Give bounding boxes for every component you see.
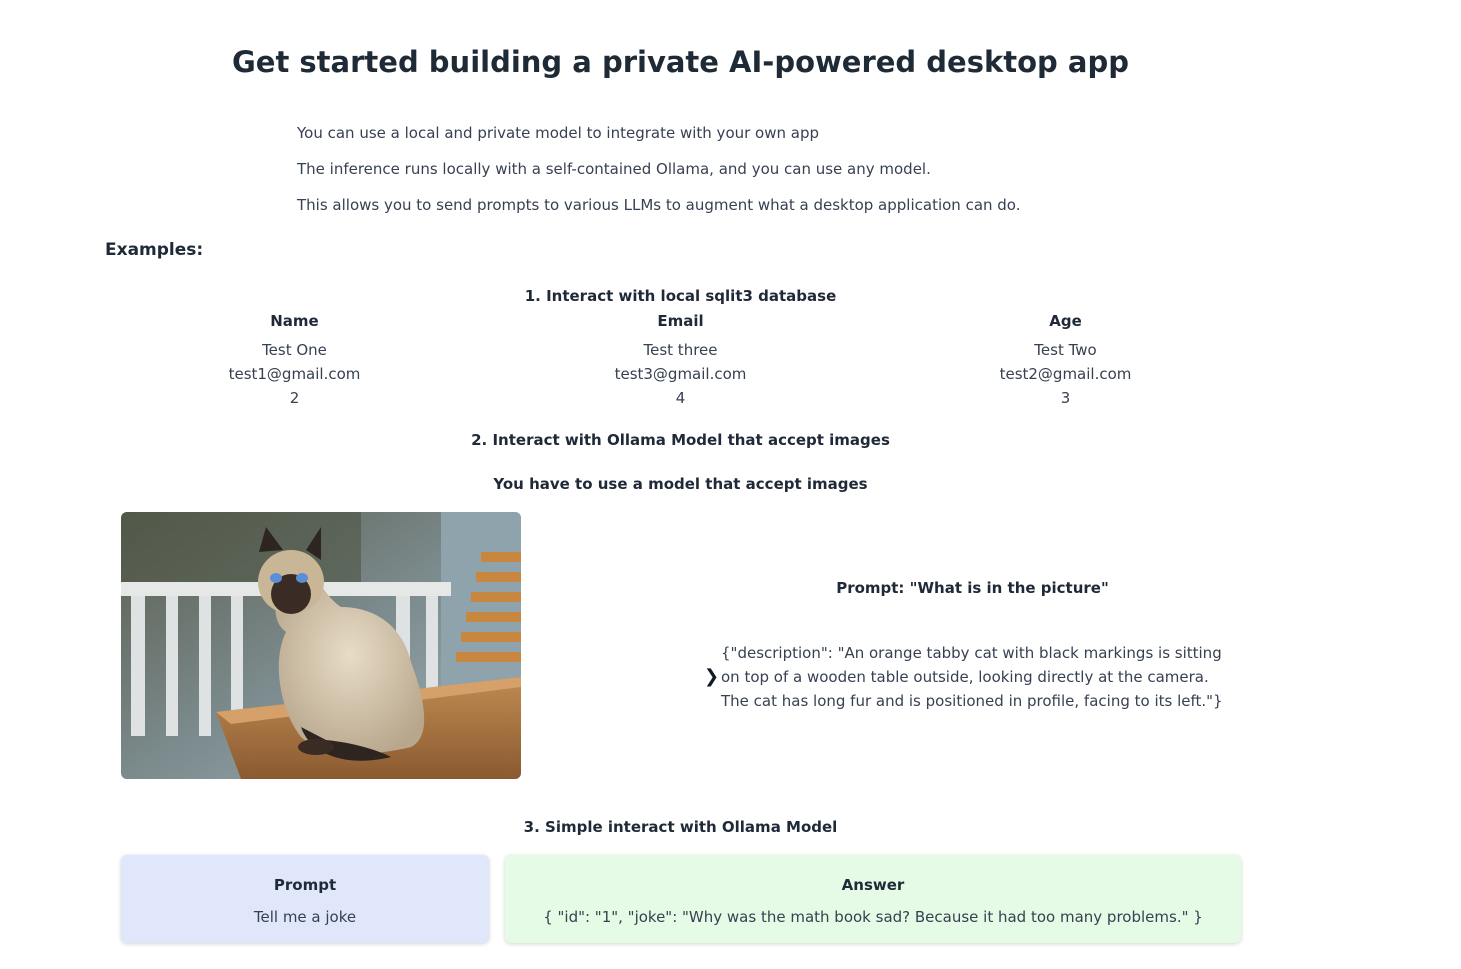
page: Get started building a private AI-powere…: [0, 0, 1461, 969]
table-cell: test2@gmail.com: [999, 365, 1132, 383]
table-column-email: Email Test three test3@gmail.com 4: [488, 310, 873, 410]
prompt-card: Prompt Tell me a joke: [121, 855, 489, 943]
intro-text: You can use a local and private model to…: [297, 122, 1021, 230]
section-2-subtitle: You have to use a model that accept imag…: [493, 475, 868, 493]
table-cell: Test One: [262, 341, 327, 359]
image-prompt-label: Prompt: "What is in the picture": [836, 579, 1109, 597]
image-answer-text: {"description": "An orange tabby cat wit…: [721, 644, 1223, 710]
intro-line: The inference runs locally with a self-c…: [297, 160, 931, 178]
intro-line: This allows you to send prompts to vario…: [297, 196, 1021, 214]
section-1-title: 1. Interact with local sqlit3 database: [524, 287, 837, 305]
table-cell: 3: [1060, 389, 1071, 407]
answer-card-title: Answer: [841, 876, 905, 894]
table-column-age: Age Test Two test2@gmail.com 3: [873, 310, 1258, 410]
mouse-cursor-icon: ❯: [704, 666, 720, 687]
intro-line: You can use a local and private model to…: [297, 124, 820, 142]
table-cell: Test Two: [1034, 341, 1097, 359]
column-header: Name: [270, 312, 319, 330]
column-header: Email: [657, 312, 704, 330]
prompt-card-title: Prompt: [273, 876, 337, 894]
column-header: Age: [1049, 312, 1082, 330]
section-2-title: 2. Interact with Ollama Model that accep…: [471, 431, 890, 449]
section-3-title: 3. Simple interact with Ollama Model: [523, 818, 838, 836]
answer-card: Answer { "id": "1", "joke": "Why was the…: [505, 855, 1241, 943]
examples-heading: Examples:: [105, 240, 204, 260]
table-cell: Test three: [643, 341, 718, 359]
answer-card-text: { "id": "1", "joke": "Why was the math b…: [543, 908, 1203, 926]
table-cell: 4: [675, 389, 686, 407]
table-cell: test3@gmail.com: [614, 365, 747, 383]
prompt-card-text: Tell me a joke: [253, 908, 357, 926]
table-column-name: Name Test One test1@gmail.com 2: [102, 310, 487, 410]
table-cell: 2: [289, 389, 300, 407]
page-title: Get started building a private AI-powere…: [231, 45, 1129, 79]
cat-photo: [121, 512, 521, 779]
table-cell: test1@gmail.com: [228, 365, 361, 383]
